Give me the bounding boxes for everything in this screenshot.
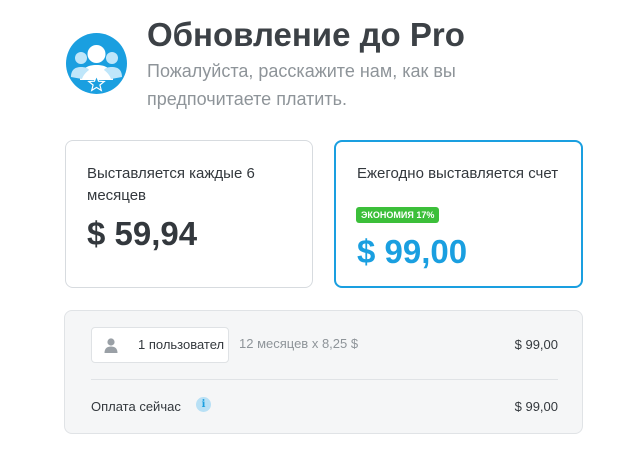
- plan-price: $ 59,94: [87, 215, 198, 252]
- plan-label: Ежегодно выставляется счет: [357, 165, 559, 182]
- user-icon: [104, 338, 118, 353]
- plan-card-semiannual[interactable]: Выставляется каждые 6 месяцев $ 59,94: [65, 140, 313, 288]
- users-star-icon: [66, 33, 127, 94]
- users-count-select[interactable]: 1 пользовател: [91, 327, 229, 363]
- plan-price: $ 99,00: [357, 233, 468, 270]
- billing-breakdown: 12 месяцев x 8,25 $: [239, 336, 359, 351]
- plan-label: Выставляется каждые 6 месяцев: [87, 165, 255, 204]
- page-subtitle: Пожалуйста, расскажите нам, как вы предп…: [147, 61, 456, 109]
- upgrade-page: Обновление до Pro Пожалуйста, расскажите…: [0, 0, 635, 457]
- page-title: Обновление до Pro: [147, 16, 465, 53]
- info-icon[interactable]: i: [196, 397, 211, 412]
- divider: [91, 379, 558, 380]
- plan-card-annual[interactable]: Ежегодно выставляется счет ЭКОНОМИЯ 17% …: [334, 140, 583, 288]
- pay-now-price: $ 99,00: [514, 399, 558, 414]
- line-item-price: $ 99,00: [514, 337, 558, 352]
- order-summary: 1 пользовател 12 месяцев x 8,25 $ $ 99,0…: [64, 310, 583, 434]
- pay-now-label: Оплата сейчас: [91, 399, 181, 414]
- savings-badge: ЭКОНОМИЯ 17%: [356, 207, 440, 223]
- users-count-value: 1 пользовател: [138, 337, 225, 352]
